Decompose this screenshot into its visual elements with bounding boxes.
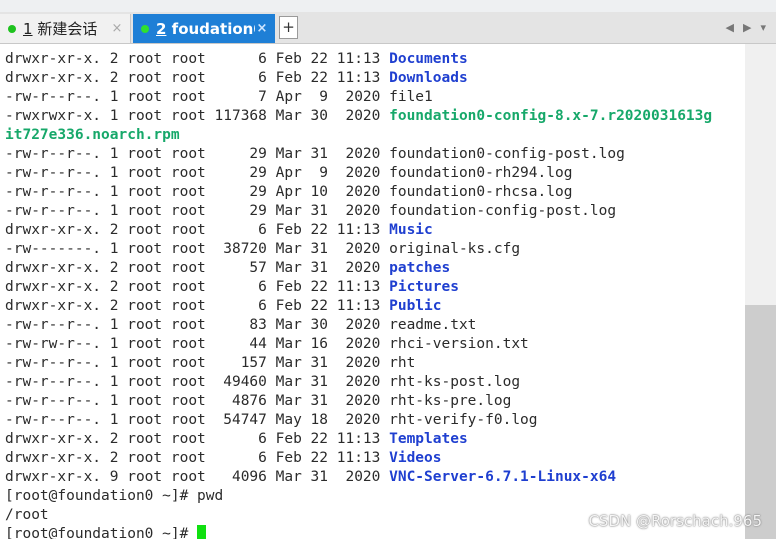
listing-line: -rw-r--r--. 1 root root 29 Apr 10 2020 f… <box>5 183 572 202</box>
file-metadata: -rw-r--r--. 1 root root 29 Apr 10 2020 <box>5 184 390 200</box>
listing-line: drwxr-xr-x. 2 root root 6 Feb 22 11:13 M… <box>5 221 433 240</box>
output-line: /root <box>5 506 49 525</box>
file-name: foundation0-rhcsa.log <box>389 184 573 200</box>
listing-line: -rw-r--r--. 1 root root 4876 Mar 31 2020… <box>5 392 511 411</box>
connected-dot-icon <box>141 24 149 33</box>
listing-line: drwxr-xr-x. 2 root root 6 Feb 22 11:13 P… <box>5 297 442 316</box>
file-metadata: drwxr-xr-x. 2 root root 6 Feb 22 11:13 <box>5 279 390 295</box>
directory-name: Downloads <box>389 70 468 86</box>
listing-line: -rw-rw-r--. 1 root root 44 Mar 16 2020 r… <box>5 335 529 354</box>
file-metadata: -rw-r--r--. 1 root root 4876 Mar 31 2020 <box>5 393 390 409</box>
listing-line: -rw-r--r--. 1 root root 49460 Mar 31 202… <box>5 373 520 392</box>
scrollbar-thumb[interactable] <box>745 305 776 539</box>
file-metadata: -rw-r--r--. 1 root root 83 Mar 30 2020 <box>5 317 390 333</box>
cursor-block <box>197 525 207 539</box>
listing-line: drwxr-xr-x. 9 root root 4096 Mar 31 2020… <box>5 468 616 487</box>
output-line: [root@foundation0 ~]# pwd <box>5 487 223 506</box>
listing-line: -rw-r--r--. 1 root root 29 Mar 31 2020 f… <box>5 202 616 221</box>
file-metadata: -rw-rw-r--. 1 root root 44 Mar 16 2020 <box>5 336 390 352</box>
directory-name: Public <box>389 298 442 314</box>
file-name: foundation0-rh294.log <box>389 165 573 181</box>
watermark: CSDN @Rorschach.965 <box>588 512 762 530</box>
file-name: foundation0-config-8.x-7.r2020031613g <box>389 108 713 124</box>
file-metadata: -rwxrwxr-x. 1 root root 117368 Mar 30 20… <box>5 108 390 124</box>
tab-foudation0[interactable]: 2 foudation0 × <box>133 14 275 43</box>
file-metadata: drwxr-xr-x. 9 root root 4096 Mar 31 2020 <box>5 469 390 485</box>
add-tab-button[interactable]: + <box>279 16 298 39</box>
listing-line: drwxr-xr-x. 2 root root 6 Feb 22 11:13 D… <box>5 50 468 69</box>
close-icon[interactable]: × <box>255 21 269 36</box>
file-metadata: -rw-r--r--. 1 root root 29 Mar 31 2020 <box>5 146 390 162</box>
terminal-output[interactable]: drwxr-xr-x. 2 root root 6 Feb 22 11:13 D… <box>0 44 745 539</box>
file-metadata: drwxr-xr-x. 2 root root 6 Feb 22 11:13 <box>5 298 390 314</box>
prompt-line: [root@foundation0 ~]# <box>5 525 207 539</box>
listing-line: drwxr-xr-x. 2 root root 6 Feb 22 11:13 D… <box>5 69 468 88</box>
file-name: rht <box>389 355 416 371</box>
file-metadata: -rw-r--r--. 1 root root 54747 May 18 202… <box>5 412 390 428</box>
file-name: readme.txt <box>389 317 477 333</box>
tab-label: 2 foudation0 <box>156 20 255 38</box>
listing-line: -rwxrwxr-x. 1 root root 117368 Mar 30 20… <box>5 107 712 126</box>
file-metadata: drwxr-xr-x. 2 root root 6 Feb 22 11:13 <box>5 222 390 238</box>
file-name: original-ks.cfg <box>389 241 521 257</box>
file-metadata: -rw-r--r--. 1 root root 29 Mar 31 2020 <box>5 203 390 219</box>
file-metadata: drwxr-xr-x. 2 root root 6 Feb 22 11:13 <box>5 431 390 447</box>
listing-line: -rw-r--r--. 1 root root 54747 May 18 202… <box>5 411 538 430</box>
tab-title: foudation0 <box>171 19 255 38</box>
close-icon[interactable]: × <box>110 21 124 36</box>
directory-name: Documents <box>389 51 468 67</box>
file-name: rht-ks-pre.log <box>389 393 512 409</box>
prev-tab-icon[interactable]: ◀ <box>726 21 734 34</box>
listing-line: -rw-r--r--. 1 root root 29 Mar 31 2020 f… <box>5 145 625 164</box>
file-metadata: -rw-r--r--. 1 root root 29 Apr 9 2020 <box>5 165 390 181</box>
directory-name: Templates <box>389 431 468 447</box>
listing-line: -rw-r--r--. 1 root root 83 Mar 30 2020 r… <box>5 316 476 335</box>
listing-line: drwxr-xr-x. 2 root root 6 Feb 22 11:13 V… <box>5 449 442 468</box>
file-name: foundation-config-post.log <box>389 203 617 219</box>
file-metadata: drwxr-xr-x. 2 root root 6 Feb 22 11:13 <box>5 51 390 67</box>
file-metadata: drwxr-xr-x. 2 root root 6 Feb 22 11:13 <box>5 450 390 466</box>
listing-line: drwxr-xr-x. 2 root root 57 Mar 31 2020 p… <box>5 259 450 278</box>
file-metadata: -rw-------. 1 root root 38720 Mar 31 202… <box>5 241 390 257</box>
tab-new-session[interactable]: 1 新建会话 × <box>0 14 131 43</box>
file-metadata: -rw-r--r--. 1 root root 7 Apr 9 2020 <box>5 89 390 105</box>
connected-dot-icon <box>8 24 16 33</box>
listing-line: drwxr-xr-x. 2 root root 6 Feb 22 11:13 P… <box>5 278 459 297</box>
file-name: it727e336.noarch.rpm <box>5 127 180 143</box>
session-tab-bar: 1 新建会话 × 2 foudation0 × + ◀ ▶ ▾ <box>0 12 776 44</box>
directory-name: Pictures <box>389 279 459 295</box>
directory-name: Music <box>389 222 433 238</box>
directory-name: Videos <box>389 450 442 466</box>
vertical-scrollbar[interactable] <box>745 44 776 539</box>
line-text: [root@foundation0 ~]# <box>5 526 198 539</box>
listing-line: -rw-r--r--. 1 root root 29 Apr 9 2020 fo… <box>5 164 572 183</box>
tab-label: 1 新建会话 <box>23 18 110 39</box>
directory-name: VNC-Server-6.7.1-Linux-x64 <box>389 469 617 485</box>
tab-number: 1 <box>23 20 33 38</box>
file-metadata: -rw-r--r--. 1 root root 157 Mar 31 2020 <box>5 355 390 371</box>
file-name: rht-ks-post.log <box>389 374 521 390</box>
line-text: [root@foundation0 ~]# pwd <box>5 488 224 504</box>
file-metadata: -rw-r--r--. 1 root root 49460 Mar 31 202… <box>5 374 390 390</box>
tab-title: 新建会话 <box>37 20 98 38</box>
next-tab-icon[interactable]: ▶ <box>743 21 751 34</box>
title-strip <box>0 0 776 12</box>
tab-navigation: ◀ ▶ ▾ <box>726 21 766 34</box>
listing-line: -rw-r--r--. 1 root root 7 Apr 9 2020 fil… <box>5 88 433 107</box>
tab-menu-icon[interactable]: ▾ <box>760 21 766 34</box>
directory-name: patches <box>389 260 451 276</box>
listing-line: -rw-r--r--. 1 root root 157 Mar 31 2020 … <box>5 354 415 373</box>
tab-number: 2 <box>156 19 167 38</box>
file-name: foundation0-config-post.log <box>389 146 625 162</box>
listing-line: it727e336.noarch.rpm <box>5 126 180 145</box>
file-metadata: drwxr-xr-x. 2 root root 57 Mar 31 2020 <box>5 260 390 276</box>
listing-line: drwxr-xr-x. 2 root root 6 Feb 22 11:13 T… <box>5 430 468 449</box>
file-name: file1 <box>389 89 433 105</box>
line-text: /root <box>5 507 49 523</box>
listing-line: -rw-------. 1 root root 38720 Mar 31 202… <box>5 240 520 259</box>
file-name: rhci-version.txt <box>389 336 529 352</box>
file-name: rht-verify-f0.log <box>389 412 538 428</box>
file-metadata: drwxr-xr-x. 2 root root 6 Feb 22 11:13 <box>5 70 390 86</box>
